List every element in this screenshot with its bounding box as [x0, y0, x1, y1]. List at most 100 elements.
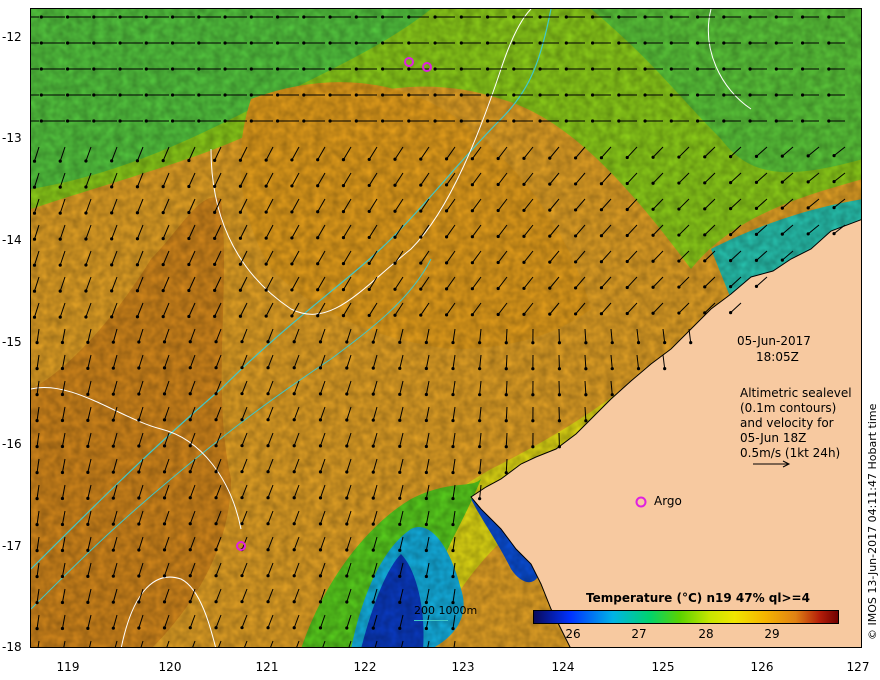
isobath-legend-line [414, 620, 448, 621]
velocity-arrowhead [584, 367, 588, 371]
velocity-arrowhead [341, 262, 346, 266]
velocity-arrowhead [512, 41, 516, 45]
velocity-arrowhead [60, 366, 65, 371]
velocity-arrowhead [187, 236, 191, 241]
velocity-arrowhead [137, 418, 141, 422]
map-canvas [31, 9, 861, 647]
velocity-arrowhead [187, 184, 191, 189]
velocity-arrowhead [574, 312, 578, 316]
velocity-arrowhead [264, 184, 268, 188]
velocity-arrowhead [187, 314, 191, 319]
velocity-arrowhead [58, 237, 62, 241]
velocity-arrowhead [266, 444, 270, 448]
velocity-arrowhead [424, 522, 428, 527]
velocity-arrowhead [214, 548, 218, 552]
velocity-arrowhead [748, 93, 752, 97]
velocity-arrowhead [318, 418, 323, 422]
velocity-arrowhead [354, 15, 358, 19]
velocity-arrowhead [264, 210, 268, 214]
velocity-arrowhead [531, 393, 535, 397]
velocity-arrowhead [292, 366, 296, 370]
velocity-arrowhead [590, 15, 595, 19]
velocity-arrowhead [111, 340, 115, 344]
velocity-arrowhead [249, 41, 253, 45]
velocity-arrowhead [557, 393, 562, 397]
velocity-arrowhead [774, 119, 778, 123]
velocity-arrowhead [84, 263, 88, 267]
velocity-arrowhead [188, 574, 192, 578]
velocity-arrowhead [341, 236, 346, 240]
altimetry-line-4: 05-Jun 18Z [740, 431, 807, 445]
velocity-arrowhead [478, 471, 482, 475]
velocity-arrowhead [548, 234, 552, 238]
velocity-arrowhead [58, 159, 62, 163]
velocity-arrowhead [110, 263, 114, 267]
velocity-arrowhead [433, 41, 437, 45]
velocity-arrowhead [135, 289, 140, 293]
velocity-arrowhead [84, 237, 88, 241]
velocity-arrowhead [214, 522, 218, 526]
velocity-arrowhead [538, 67, 542, 71]
velocity-arrowhead [827, 41, 831, 45]
velocity-arrowhead [459, 15, 463, 19]
velocity-arrowhead [557, 341, 562, 345]
velocity-arrowhead [380, 119, 385, 123]
velocity-arrowhead [240, 574, 244, 578]
velocity-arrowhead [557, 367, 562, 371]
velocity-arrowhead [407, 15, 411, 19]
velocity-arrowhead [223, 41, 227, 45]
velocity-arrowhead [302, 93, 306, 97]
velocity-arrowhead [748, 41, 752, 45]
velocity-arrowhead [318, 600, 323, 604]
velocity-arrowhead [393, 235, 397, 239]
velocity-arrowhead [478, 341, 482, 345]
velocity-arrowhead [590, 119, 595, 123]
velocity-arrowhead [111, 548, 115, 552]
velocity-arrowhead [318, 366, 323, 370]
velocity-arrowhead [345, 574, 349, 578]
velocity-arrowhead [522, 208, 526, 212]
velocity-arrowhead [538, 93, 542, 97]
velocity-arrowhead [318, 626, 323, 630]
velocity-arrowhead [161, 159, 165, 163]
velocity-arrowhead [380, 41, 385, 45]
velocity-arrowhead [398, 574, 402, 578]
velocity-arrowhead [188, 470, 192, 474]
velocity-arrowhead [729, 258, 733, 263]
velocity-arrowhead [451, 548, 455, 553]
velocity-arrowhead [84, 315, 88, 319]
velocity-arrowhead [470, 157, 474, 161]
velocity-arrowhead [557, 445, 562, 449]
velocity-arrowhead [643, 93, 647, 97]
velocity-arrowhead [617, 41, 621, 45]
velocity-arrowhead [188, 444, 192, 448]
velocity-arrowhead [780, 180, 784, 184]
velocity-arrowhead [35, 418, 39, 423]
lat-tick-label: -14 [2, 233, 22, 247]
velocity-arrowhead [625, 259, 629, 264]
velocity-arrowhead [240, 496, 244, 500]
velocity-arrowhead [264, 314, 268, 318]
velocity-arrowhead [398, 392, 402, 396]
lon-tick-label: 121 [255, 660, 279, 674]
velocity-arrowhead [574, 260, 578, 264]
velocity-arrowhead [111, 392, 115, 396]
velocity-arrowhead [444, 235, 449, 239]
velocity-arrowhead [302, 15, 306, 19]
velocity-arrowhead [367, 261, 371, 266]
velocity-arrowhead [504, 419, 508, 423]
altimetry-line-3: and velocity for [740, 416, 834, 430]
velocity-arrowhead [451, 366, 455, 371]
velocity-arrowhead [617, 93, 621, 97]
velocity-arrowhead [695, 119, 700, 123]
velocity-arrowhead [677, 233, 681, 237]
velocity-arrowhead [754, 154, 759, 158]
lon-tick-label: 120 [158, 660, 182, 674]
velocity-arrowhead [625, 155, 629, 160]
velocity-arrowhead [162, 366, 167, 370]
velocity-arrowhead [625, 207, 629, 212]
velocity-arrowhead [32, 289, 37, 293]
velocity-arrowhead [451, 626, 455, 631]
velocity-arrowhead [110, 185, 114, 189]
velocity-arrowhead [504, 393, 508, 397]
